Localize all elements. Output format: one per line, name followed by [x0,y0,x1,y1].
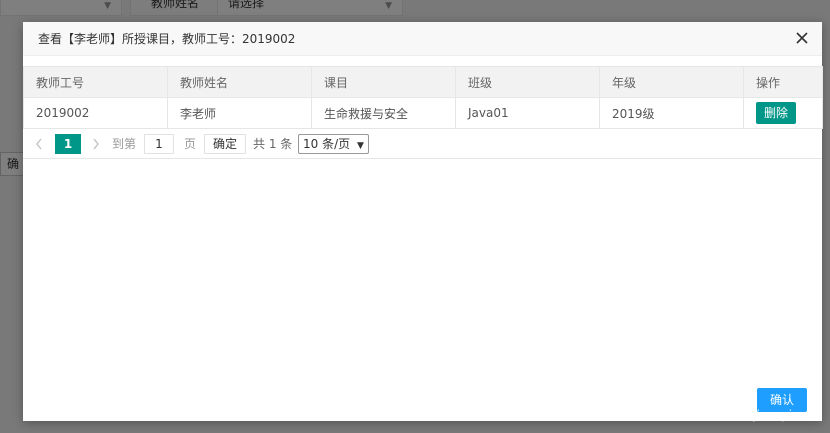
column-header: 教师工号 [23,66,168,98]
chevron-left-icon[interactable] [35,138,43,150]
cell-class: Java01 [455,97,600,129]
watermark: CSDN @shejizuopin [682,408,800,422]
cell-grade: 2019级 [599,97,744,129]
caret-down-icon: ▼ [356,141,364,151]
pagination: 1 到第 1 页 确定 共 1 条 10 条/页 ▼ [23,127,822,159]
course-table: 教师工号 教师姓名 课目 班级 年级 操作 2019002 李老师 生命救援与安… [23,66,823,129]
chevron-right-icon[interactable] [92,138,100,150]
table-header-row: 教师工号 教师姓名 课目 班级 年级 操作 [23,66,823,98]
goto-page-input[interactable]: 1 [144,134,174,154]
dialog: 查看【李老师】所授课目，教师工号：2019002 教师工号 教师姓名 课目 班级… [23,22,823,421]
close-icon[interactable] [795,31,809,45]
goto-label: 到第 [112,137,137,151]
dialog-header: 查看【李老师】所授课目，教师工号：2019002 [23,22,822,56]
delete-button[interactable]: 删除 [756,102,797,124]
page-size-value: 10 条/页 [303,137,351,151]
cell-teacher-name: 李老师 [167,97,312,129]
page-unit-label: 页 [184,137,197,151]
column-header: 年级 [599,66,744,98]
table-row: 2019002 李老师 生命救援与安全 Java01 2019级 删除 [23,97,823,129]
page-number-current[interactable]: 1 [55,134,81,154]
page-size-select[interactable]: 10 条/页 ▼ [298,134,369,154]
total-count: 共 1 条 [253,137,293,151]
column-header: 课目 [311,66,456,98]
column-header: 教师姓名 [167,66,312,98]
goto-confirm-button[interactable]: 确定 [204,134,247,154]
cell-teacher-id: 2019002 [23,97,168,129]
column-header: 班级 [455,66,600,98]
cell-subject: 生命救援与安全 [311,97,456,129]
column-header: 操作 [743,66,823,98]
cell-action: 删除 [743,97,823,129]
dialog-title: 查看【李老师】所授课目，教师工号：2019002 [38,32,296,46]
